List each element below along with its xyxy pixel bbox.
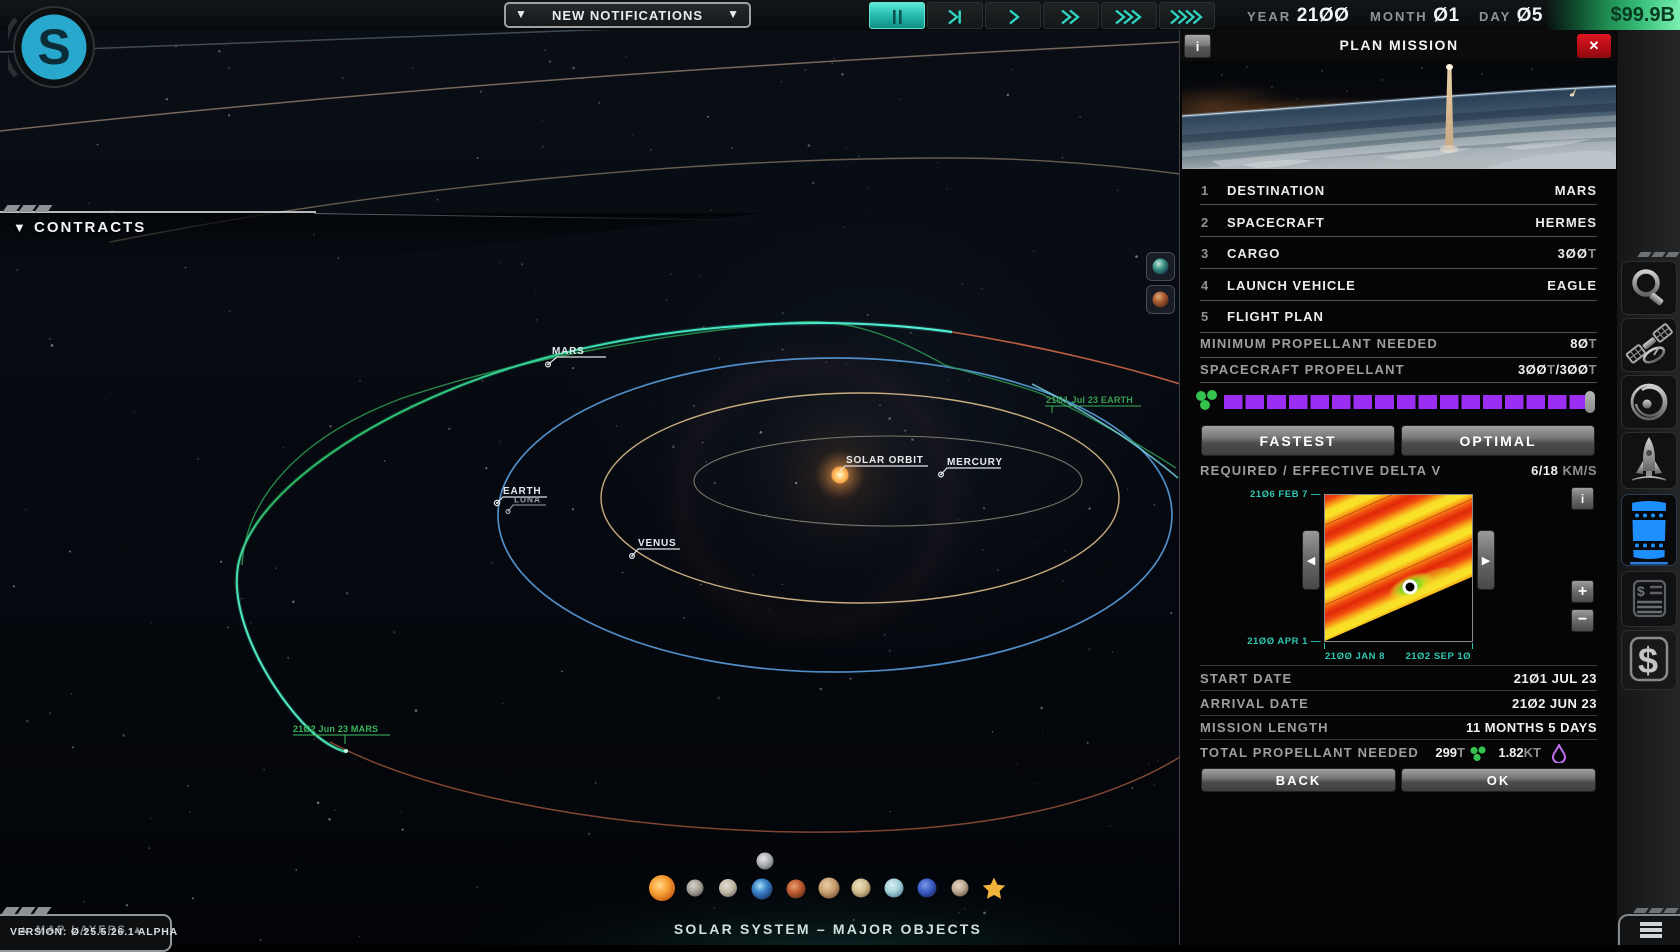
svg-text:$: $ <box>1638 640 1658 681</box>
svg-text:LUNA: LUNA <box>514 495 541 505</box>
svg-text:21Ø1 Jul 23 EARTH: 21Ø1 Jul 23 EARTH <box>1046 395 1133 405</box>
svg-text:MERCURY: MERCURY <box>947 457 1003 468</box>
svg-text:VENUS: VENUS <box>638 538 676 549</box>
svg-text:21Ø2 Jun 23 MARS: 21Ø2 Jun 23 MARS <box>293 724 378 734</box>
svg-text:$: $ <box>1637 583 1645 599</box>
svg-text:MARS: MARS <box>552 346 585 357</box>
svg-text:S: S <box>37 19 70 75</box>
svg-text:SOLAR ORBIT: SOLAR ORBIT <box>846 455 924 466</box>
